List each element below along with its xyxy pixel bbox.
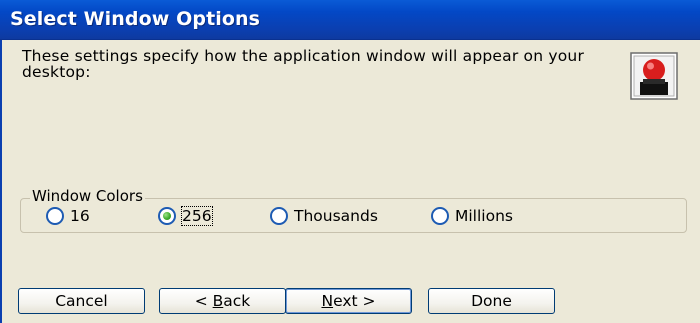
dialog-body — [0, 40, 700, 323]
title-bar[interactable]: Select Window Options — [0, 0, 700, 40]
back-arrow: < — [194, 292, 213, 310]
next-button-label: Next > — [321, 292, 375, 310]
radio-label-millions: Millions — [455, 207, 513, 225]
radio-button-unchecked[interactable] — [46, 207, 64, 225]
radio-button-checked[interactable] — [158, 207, 176, 225]
app-window-options-icon — [630, 52, 678, 100]
radio-label-16: 16 — [70, 207, 90, 225]
radio-thousands-colors[interactable]: Thousands — [270, 205, 378, 227]
cancel-button-label: Cancel — [55, 292, 108, 310]
radio-label-256: 256 — [181, 206, 213, 226]
back-button-label: < Back — [195, 292, 251, 310]
next-arrow: > — [357, 292, 376, 310]
radio-button-unchecked[interactable] — [431, 207, 449, 225]
radio-256-colors[interactable]: 256 — [158, 205, 213, 227]
done-button[interactable]: Done — [428, 288, 555, 314]
back-button[interactable]: < Back — [159, 288, 286, 314]
done-button-label: Done — [471, 292, 512, 310]
radio-label-thousands: Thousands — [294, 207, 378, 225]
cancel-button[interactable]: Cancel — [18, 288, 145, 314]
next-label-rest: ext — [333, 292, 358, 310]
next-button[interactable]: Next > — [285, 288, 412, 314]
radio-millions-colors[interactable]: Millions — [431, 205, 513, 227]
description-text: These settings specify how the applicati… — [22, 47, 585, 81]
radio-button-unchecked[interactable] — [270, 207, 288, 225]
back-mnemonic: B — [212, 292, 224, 310]
window-colors-label: Window Colors — [30, 187, 145, 205]
window-title: Select Window Options — [10, 8, 261, 30]
radio-16-colors[interactable]: 16 — [46, 205, 90, 227]
next-mnemonic: N — [321, 292, 334, 310]
back-label-rest: ack — [223, 292, 251, 310]
